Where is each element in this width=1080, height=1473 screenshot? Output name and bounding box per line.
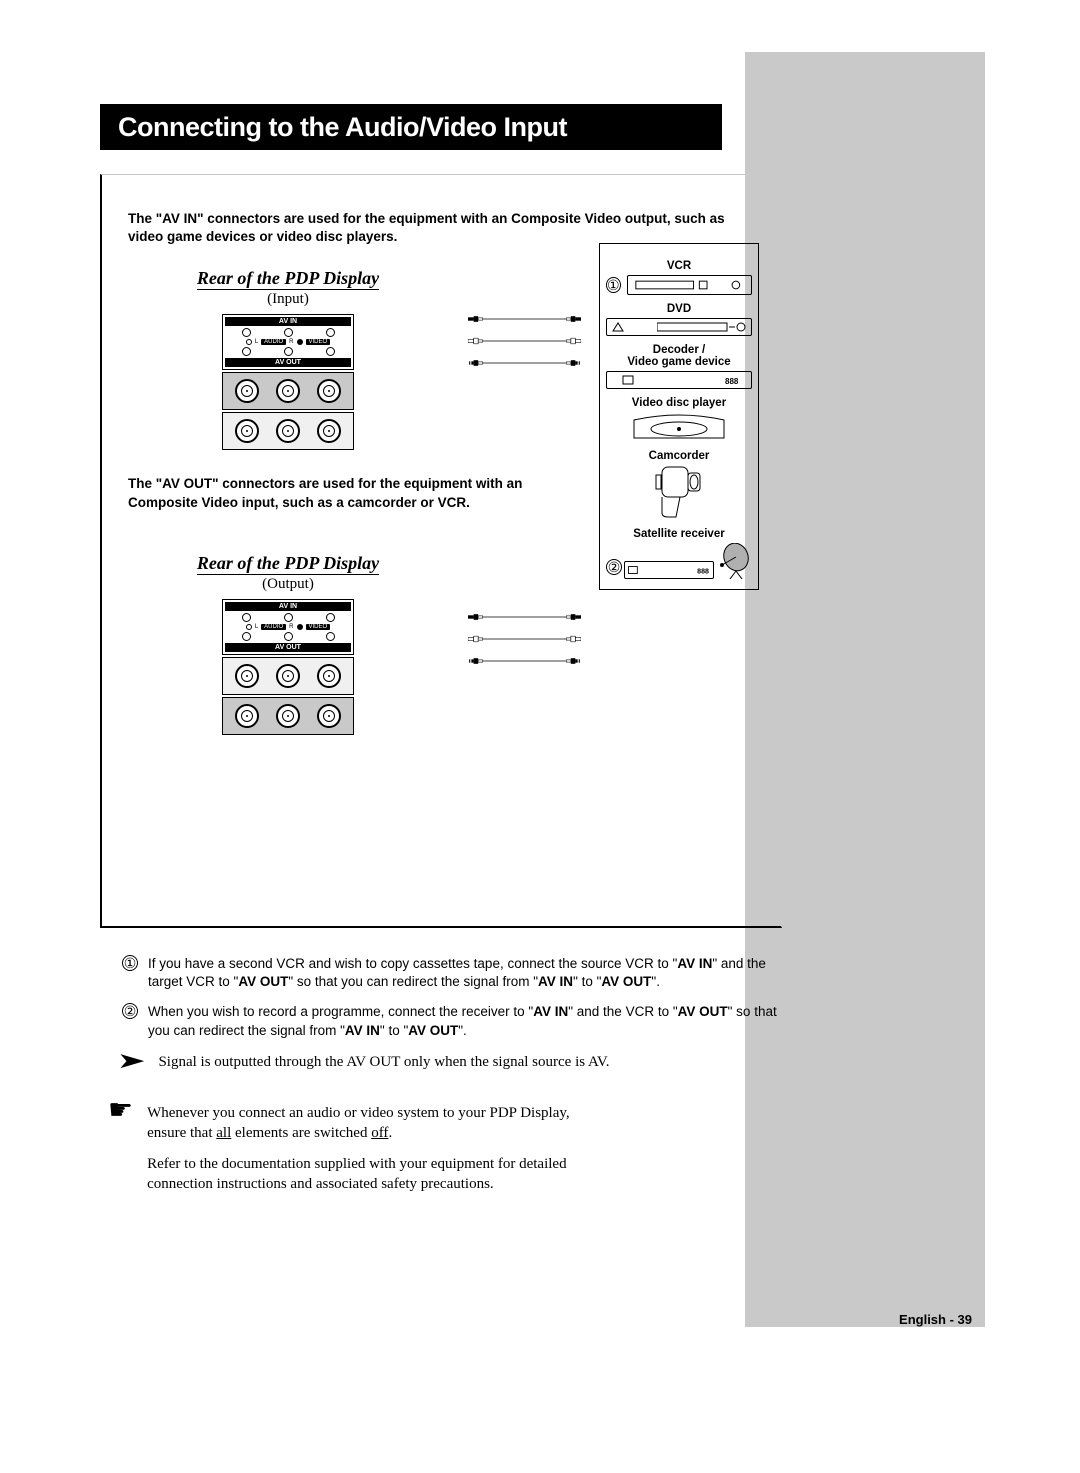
svg-text:888: 888 (725, 377, 739, 386)
satellite-dish-icon (716, 543, 752, 579)
callout-1: ① (606, 277, 621, 293)
device-label-satellite: Satellite receiver (606, 528, 752, 540)
device-label-disc: Video disc player (606, 397, 752, 409)
hand-pointer-icon: ☛ (108, 1103, 133, 1194)
arrow-icon: ➤ (116, 1052, 146, 1070)
device-decoder-icon: 888 (606, 371, 752, 389)
note-number-1: ① (122, 955, 138, 971)
panel-av-out-label: AV OUT (225, 358, 351, 367)
device-receiver-icon: 888 (624, 561, 714, 579)
output-label: (Output) (262, 576, 314, 592)
device-disc-icon (629, 412, 729, 442)
input-label: (Input) (267, 291, 309, 307)
device-dvd-icon (606, 318, 752, 336)
device-label-dvd: DVD (606, 303, 752, 315)
main-content-box: The "AV IN" connectors are used for the … (100, 174, 782, 928)
tip-para-2: Refer to the documentation supplied with… (147, 1154, 578, 1195)
svg-text:888: 888 (697, 569, 709, 576)
rear-label-input: Rear of the PDP Display (197, 268, 379, 290)
rear-panel-input: AV IN L AUDIO R VIDEO AV OUT (222, 314, 354, 450)
page-title: Connecting to the Audio/Video Input (102, 112, 567, 143)
note-2-text: When you wish to record a programme, con… (148, 1003, 782, 1039)
device-label-camcorder: Camcorder (606, 450, 752, 462)
device-vcr-icon (627, 275, 752, 295)
rear-panel-output: AV IN L AUDIO R VIDEO AV OUT (222, 599, 354, 735)
note-1-text: If you have a second VCR and wish to cop… (148, 955, 782, 991)
device-camcorder-icon (654, 465, 704, 520)
cable-diagram-output (468, 608, 581, 674)
notes-section: ① If you have a second VCR and wish to c… (122, 955, 782, 1072)
devices-panel: VCR ① DVD Decoder / Video game device 88… (599, 243, 759, 590)
rear-label-output: Rear of the PDP Display (197, 553, 379, 575)
intro-av-out: The "AV OUT" connectors are used for the… (128, 475, 588, 511)
signal-note: Signal is outputted through the AV OUT o… (158, 1052, 609, 1072)
note-number-2: ② (122, 1003, 138, 1019)
device-label-vcr: VCR (606, 260, 752, 272)
tip-para-1: Whenever you connect an audio or video s… (147, 1103, 578, 1144)
page-footer: English - 39 (899, 1312, 972, 1327)
page-title-box: Connecting to the Audio/Video Input (100, 104, 722, 150)
panel-av-in-label: AV IN (225, 317, 351, 326)
callout-2: ② (606, 559, 622, 575)
device-label-decoder: Decoder / Video game device (606, 344, 752, 368)
intro-av-in: The "AV IN" connectors are used for the … (128, 210, 738, 246)
tip-section: ☛ Whenever you connect an audio or video… (108, 1103, 578, 1194)
cable-diagram-input (468, 310, 581, 376)
